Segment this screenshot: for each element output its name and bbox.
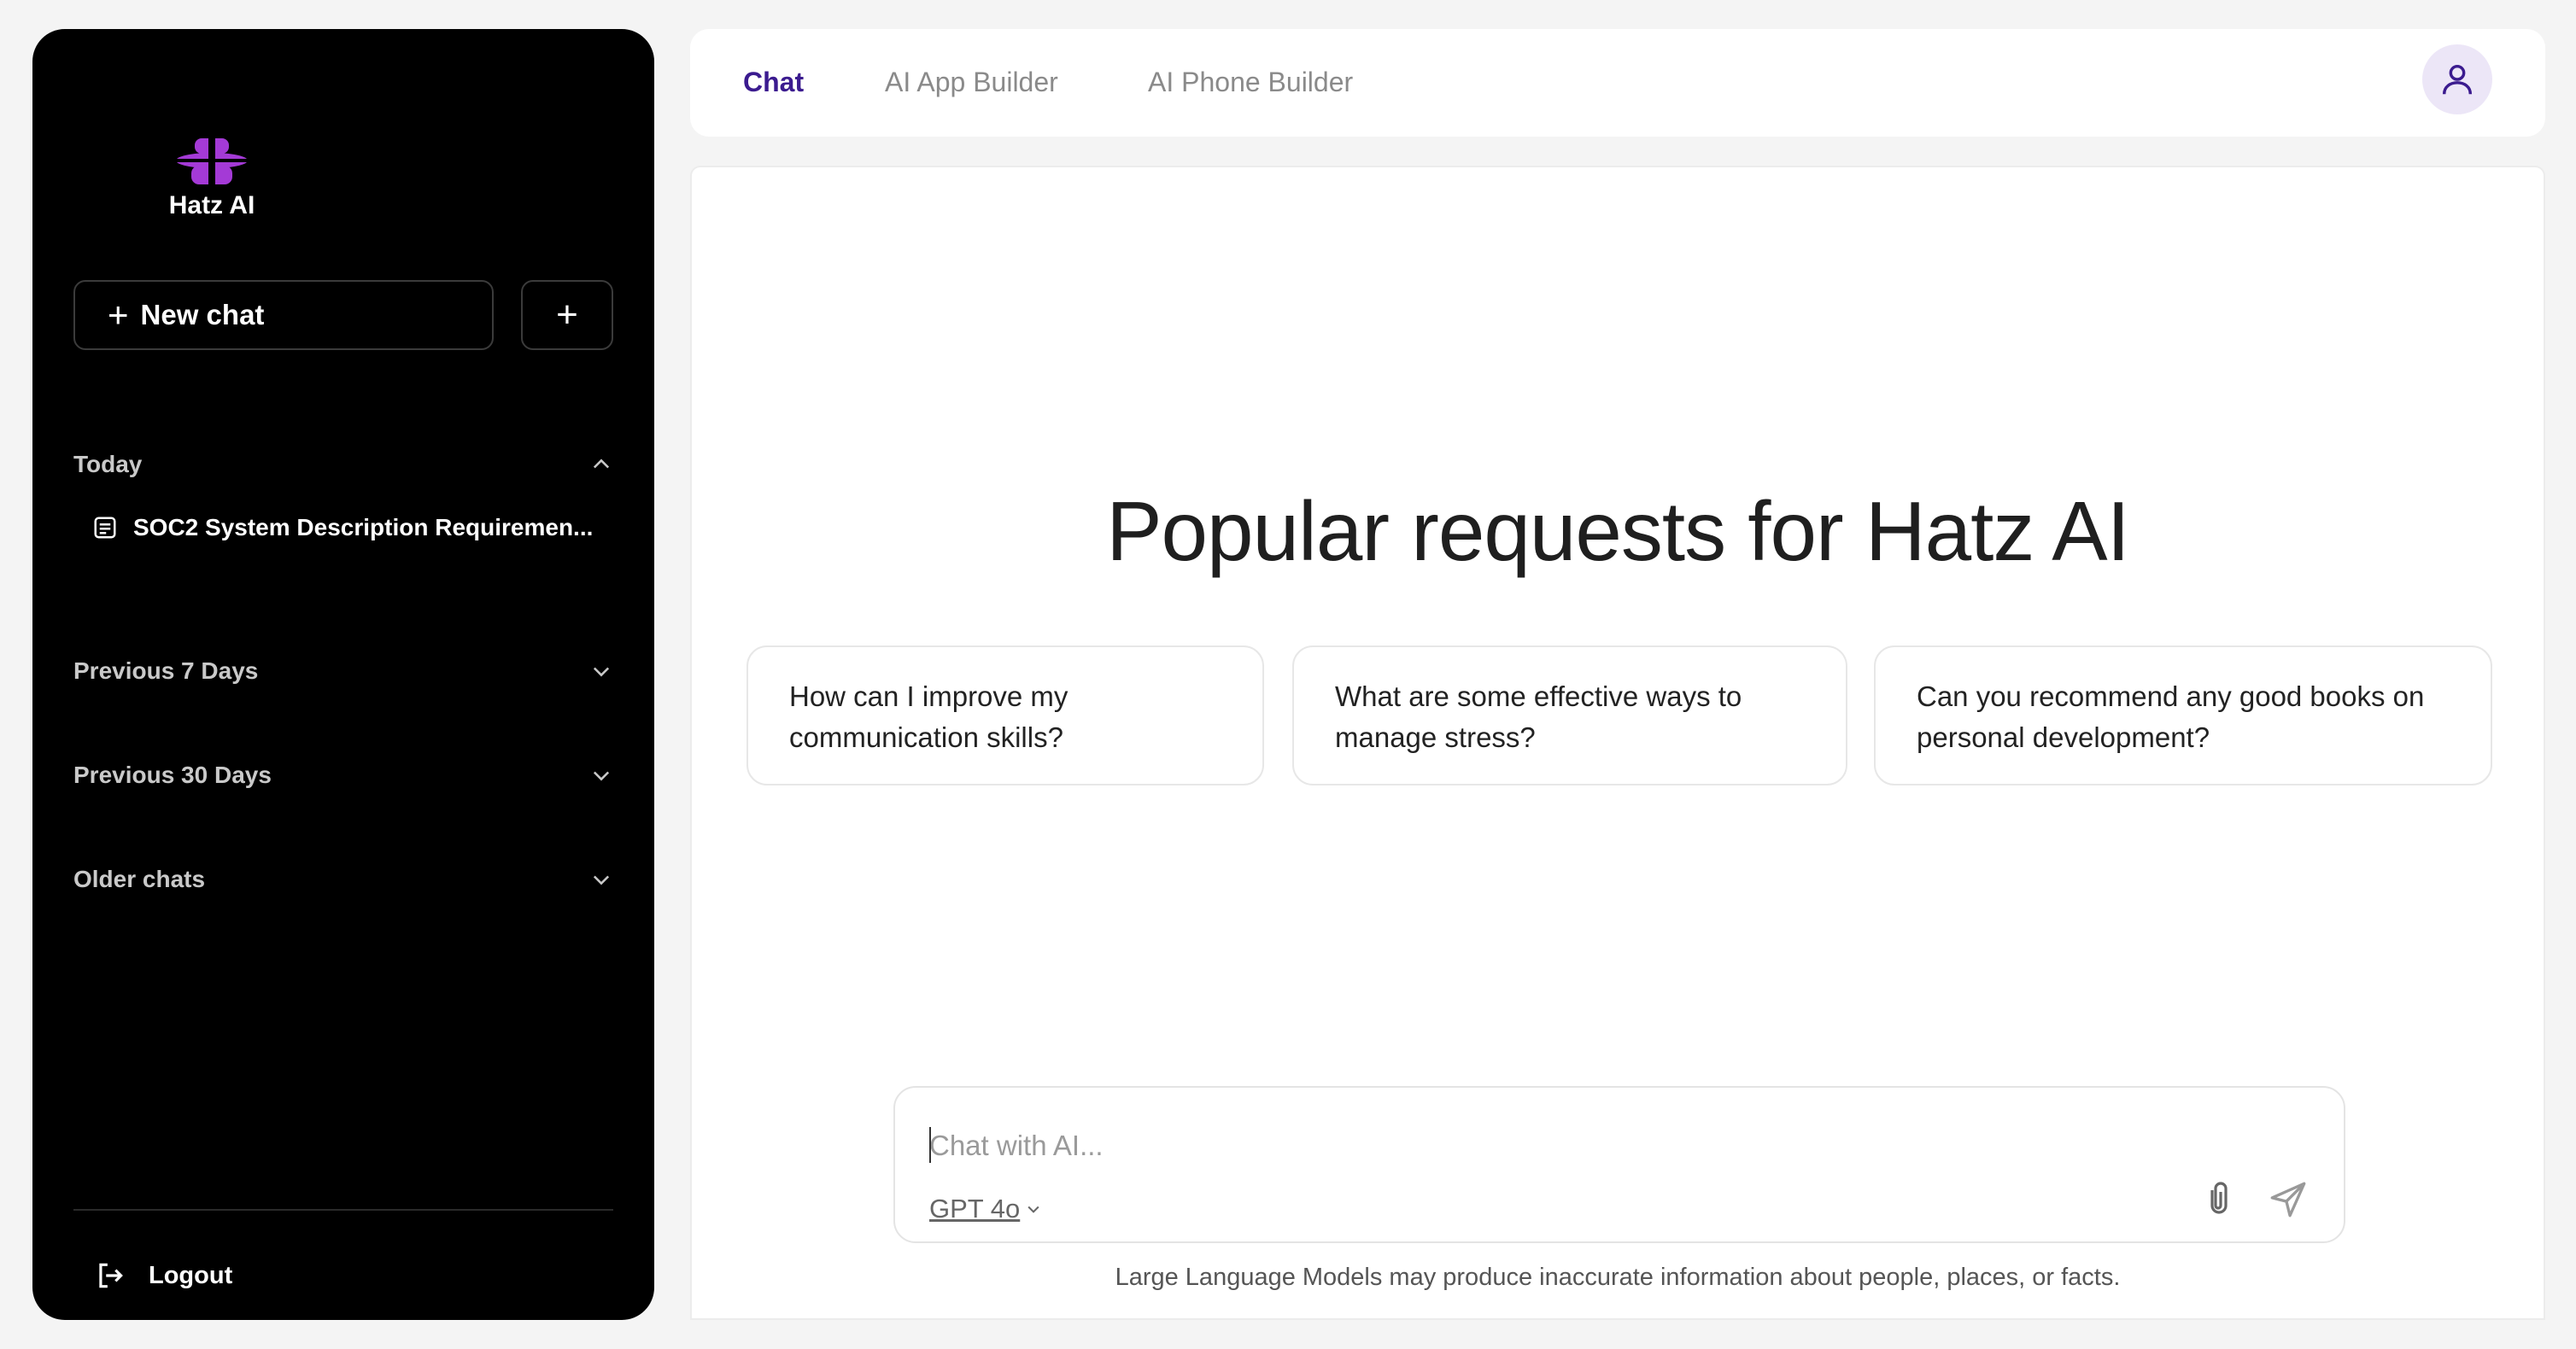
tab-chat[interactable]: Chat — [743, 67, 804, 98]
new-chat-label: New chat — [140, 299, 265, 330]
suggestion-card[interactable]: Can you recommend any good books on pers… — [1874, 645, 2492, 785]
hatz-logo-icon — [174, 137, 249, 186]
plus-icon: + — [108, 295, 129, 335]
chat-composer: GPT 4o — [893, 1086, 2345, 1243]
page-title: Popular requests for Hatz AI — [1106, 484, 2130, 578]
user-icon — [2442, 64, 2473, 95]
chevron-down-icon — [1027, 1206, 1039, 1213]
section-today[interactable]: Today — [73, 444, 613, 485]
chevron-up-icon — [593, 458, 610, 469]
model-label: GPT 4o — [929, 1194, 1021, 1223]
new-chat-button[interactable]: + New chat — [73, 280, 494, 350]
top-nav: Chat AI App Builder AI Phone Builder — [690, 29, 2545, 137]
suggestion-card[interactable]: How can I improve my communication skill… — [746, 645, 1264, 785]
chat-main-panel: Popular requests for Hatz AI How can I i… — [690, 166, 2545, 1320]
chat-input[interactable] — [929, 1122, 2262, 1170]
section-previous-30-days[interactable]: Previous 30 Days — [73, 755, 613, 796]
model-selector[interactable]: GPT 4o — [929, 1194, 1042, 1224]
section-previous-7-days[interactable]: Previous 7 Days — [73, 651, 613, 692]
logout-label: Logout — [149, 1261, 233, 1289]
section-label: Previous 30 Days — [73, 762, 272, 788]
chevron-down-icon — [593, 667, 610, 677]
section-label: Older chats — [73, 866, 206, 892]
section-older-chats[interactable]: Older chats — [73, 859, 613, 900]
user-avatar[interactable] — [2422, 44, 2492, 114]
disclaimer-text: Large Language Models may produce inaccu… — [1115, 1264, 2121, 1291]
app-logo[interactable]: Hatz AI — [161, 135, 263, 220]
section-label: Today — [73, 451, 143, 477]
paperclip-icon[interactable] — [2198, 1178, 2239, 1219]
chevron-down-icon — [593, 771, 610, 781]
suggestion-card[interactable]: What are some effective ways to manage s… — [1292, 645, 1847, 785]
logout-icon — [99, 1263, 123, 1288]
logout-button[interactable]: Logout — [94, 1255, 232, 1296]
section-label: Previous 7 Days — [73, 657, 259, 684]
tab-ai-app-builder[interactable]: AI App Builder — [885, 67, 1058, 98]
document-icon — [94, 517, 116, 539]
send-icon[interactable] — [2267, 1178, 2310, 1221]
chat-title: SOC2 System Description Requiremen... — [133, 514, 594, 540]
tab-ai-phone-builder[interactable]: AI Phone Builder — [1148, 67, 1353, 98]
sidebar-divider — [73, 1209, 613, 1211]
logo-text: Hatz AI — [168, 191, 255, 219]
text-caret — [929, 1127, 931, 1163]
chevron-down-icon — [593, 875, 610, 885]
chat-history-item[interactable]: SOC2 System Description Requiremen... — [92, 507, 630, 548]
sidebar: Hatz AI + New chat + Today SOC2 System D… — [32, 29, 654, 1320]
add-button[interactable]: + — [521, 280, 613, 350]
